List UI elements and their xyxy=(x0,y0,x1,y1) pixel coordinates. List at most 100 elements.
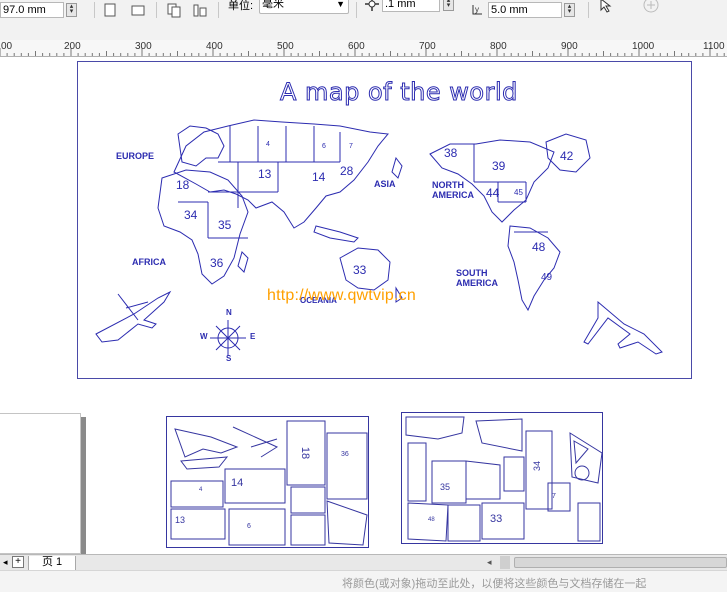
madagascar-outline xyxy=(237,251,249,273)
continent-label-north-america-line2: AMERICA xyxy=(432,190,474,200)
ruler-tick-label: 1100 xyxy=(703,41,725,52)
duplicate-distance-field[interactable]: 5.0 mm xyxy=(488,2,562,18)
unit-label: 单位: xyxy=(228,0,254,12)
compass-south: S xyxy=(226,354,232,363)
sheet2-piece-label: 33 xyxy=(490,513,503,525)
lock-ratio-icon[interactable] xyxy=(78,2,88,18)
piece-number: 14 xyxy=(312,170,326,184)
duplicate-distance-icon: y xyxy=(470,2,486,18)
map-title: A map of the world xyxy=(280,78,518,107)
duplicate-spinner[interactable]: ▴ ▾ xyxy=(564,3,575,17)
japan-outline xyxy=(391,156,403,179)
unit-select[interactable]: 毫米 ▼ xyxy=(259,0,349,14)
europe-outline xyxy=(177,125,225,167)
nudge-spinner[interactable]: ▴ ▾ xyxy=(443,0,454,11)
ruler-tick-label: 300 xyxy=(135,41,152,52)
eurasia-outline xyxy=(173,119,389,229)
add-page-icon[interactable]: + xyxy=(12,556,24,568)
horizontal-scrollbar-thumb[interactable] xyxy=(514,557,727,568)
piece-number: 28 xyxy=(340,164,354,178)
property-bar: 97.0 mm ▴ ▾ 单位: 毫米 ▼ .1 mm ▴ ▾ y 5.0 mm ▴ ▾ xyxy=(0,0,727,23)
nudge-distance-field[interactable]: .1 mm xyxy=(382,0,440,12)
piece-number: 7 xyxy=(349,143,353,150)
scroll-left-icon[interactable]: ◂ xyxy=(487,557,492,568)
sheet1-piece-label: 14 xyxy=(231,477,244,489)
ruler-tick-label: 700 xyxy=(419,41,436,52)
toolbar-separator xyxy=(356,2,357,18)
puzzle-sheet-2-drawing xyxy=(405,416,603,542)
piece-number: 33 xyxy=(353,263,367,277)
world-map-drawing xyxy=(95,119,663,356)
ruler-tick-label: 600 xyxy=(348,41,365,52)
ruler-tick-label: 00 xyxy=(1,41,13,52)
piece-number: 18 xyxy=(176,178,190,192)
svg-text:y: y xyxy=(475,5,479,14)
page-navigator: ◂ + 页 1 ◂ xyxy=(0,554,727,571)
puzzle-sheet-2[interactable]: 35 33 34 48 7 xyxy=(401,412,603,544)
ruler-tick-label: 900 xyxy=(561,41,578,52)
color-docker-bar[interactable]: 将颜色(或对象)拖动至此处，以便将这些颜色与文档存储在一起 xyxy=(0,570,727,592)
toolbar-band xyxy=(0,22,727,40)
compass-spokes xyxy=(210,320,246,356)
continent-label-south-america: SOUTH AMERICA xyxy=(456,268,498,288)
piece-number: 36 xyxy=(210,256,224,270)
puzzle-sheet-1[interactable]: 14 13 6 4 18 36 xyxy=(166,416,369,548)
piece-number: 6 xyxy=(322,143,326,150)
piece-number: 13 xyxy=(258,167,272,181)
world-map-page[interactable]: A map of the world EUROPE ASIA NORTH AME… xyxy=(77,61,692,379)
airplane-right-outline xyxy=(583,300,663,355)
toolbar-separator xyxy=(588,2,589,18)
page-shadow xyxy=(81,417,86,554)
ruler-tick-label: 400 xyxy=(206,41,223,52)
piece-number: 44 xyxy=(486,186,500,200)
piece-number: 35 xyxy=(218,218,232,232)
color-drop-hint: 将颜色(或对象)拖动至此处，以便将这些颜色与文档存储在一起 xyxy=(342,578,647,590)
sheet2-piece-label: 7 xyxy=(552,493,556,500)
sheet1-piece-label: 18 xyxy=(299,446,312,460)
africa-outline xyxy=(157,169,249,285)
sheet2-piece-label: 48 xyxy=(428,517,435,523)
piece-number: 38 xyxy=(444,146,458,160)
toolbar-separator xyxy=(94,2,95,18)
unit-select-value: 毫米 xyxy=(262,0,284,10)
toolbar-separator xyxy=(156,2,157,18)
compass-east: E xyxy=(250,332,256,341)
current-page-icon[interactable] xyxy=(192,2,208,18)
airplane-left-outline xyxy=(95,290,172,343)
page-nav-prev-icon[interactable]: ◂ xyxy=(3,557,8,568)
piece-number: 45 xyxy=(514,188,523,197)
ruler-tick-label: 200 xyxy=(64,41,81,52)
adjacent-page[interactable] xyxy=(0,413,81,554)
horizontal-ruler[interactable]: 00 200 300 400 500 600 700 800 900 1000 1100 xyxy=(0,40,727,57)
toolbar-separator xyxy=(218,2,219,18)
continent-label-asia: ASIA xyxy=(374,179,396,189)
object-width-field[interactable]: 97.0 mm xyxy=(0,2,64,18)
watermark-url: http://www.qwtvip.cn xyxy=(267,287,416,304)
portrait-icon[interactable] xyxy=(102,2,118,18)
continent-label-south-america-line2: AMERICA xyxy=(456,278,498,288)
add-icon[interactable] xyxy=(642,0,659,13)
piece-number: 48 xyxy=(532,240,546,254)
landscape-icon[interactable] xyxy=(130,2,146,18)
piece-number: 39 xyxy=(492,159,506,173)
width-spinner[interactable]: ▴ ▾ xyxy=(66,3,77,17)
sheet1-piece-label: 4 xyxy=(199,487,203,493)
continent-label-north-america: NORTH AMERICA xyxy=(432,180,474,200)
sheet1-piece-label: 36 xyxy=(341,451,349,458)
piece-number: 34 xyxy=(184,208,198,222)
piece-number: 49 xyxy=(541,272,553,283)
ruler-tick-label: 500 xyxy=(277,41,294,52)
puzzle-grid xyxy=(178,126,548,239)
chevron-down-icon: ▼ xyxy=(336,0,345,9)
continent-label-africa: AFRICA xyxy=(132,257,166,267)
south-america-outline xyxy=(507,225,561,312)
tab-page-1[interactable]: 页 1 xyxy=(28,556,77,571)
all-pages-icon[interactable] xyxy=(166,2,182,18)
sheet1-piece-label: 6 xyxy=(247,523,251,530)
compass-north: N xyxy=(226,308,232,317)
snap-cursor-icon[interactable] xyxy=(598,0,614,14)
continent-label-europe: EUROPE xyxy=(116,151,155,161)
piece-number: 42 xyxy=(560,149,574,163)
ruler-tick-label: 800 xyxy=(490,41,507,52)
sheet1-piece-label: 13 xyxy=(175,515,186,525)
